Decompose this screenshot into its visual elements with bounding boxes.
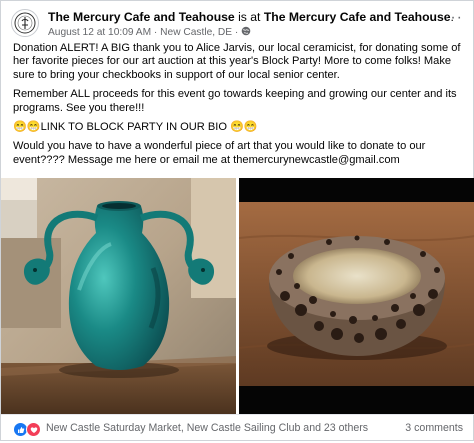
vase-photo[interactable] xyxy=(1,178,236,414)
location-link[interactable]: The Mercury Cafe and Teahouse xyxy=(264,10,451,24)
mercury-logo xyxy=(14,12,36,34)
page-avatar[interactable] xyxy=(11,9,39,37)
post-paragraph-3[interactable]: 😁😁LINK TO BLOCK PARTY IN OUR BIO 😁😁 xyxy=(13,121,465,134)
globe-icon xyxy=(241,26,251,38)
action-text: is at xyxy=(238,10,261,24)
comments-count-link[interactable]: 3 comments xyxy=(405,422,463,434)
love-icon xyxy=(26,422,41,437)
photo-grid xyxy=(1,178,474,414)
post-header: The Mercury Cafe and Teahouse is at The … xyxy=(11,9,465,39)
more-options-icon[interactable]: ··· xyxy=(444,9,463,27)
post-card: The Mercury Cafe and Teahouse is at The … xyxy=(0,0,474,441)
meta-separator: · xyxy=(153,27,158,38)
post-paragraph-1: Donation ALERT! A BIG thank you to Alice… xyxy=(13,42,461,81)
meta-separator-2: · xyxy=(234,27,239,38)
reaction-icons[interactable] xyxy=(13,422,41,437)
post-paragraph-4: Would you have to have a wonderful piece… xyxy=(13,140,426,166)
post-footer: New Castle Saturday Market, New Castle S… xyxy=(1,414,474,443)
page-name-link[interactable]: The Mercury Cafe and Teahouse xyxy=(48,10,235,24)
post-meta: August 12 at 10:09 AM · New Castle, DE · xyxy=(48,26,251,38)
post-paragraph-2: Remember ALL proceeds for this event go … xyxy=(13,88,457,114)
post-body: Donation ALERT! A BIG thank you to Alice… xyxy=(13,42,465,167)
timestamp-link[interactable]: August 12 at 10:09 AM xyxy=(48,27,151,38)
city-link[interactable]: New Castle, DE xyxy=(160,27,232,38)
post-title: The Mercury Cafe and Teahouse is at The … xyxy=(48,10,454,24)
bowl-photo[interactable] xyxy=(239,178,474,414)
reactors-link[interactable]: New Castle Saturday Market, New Castle S… xyxy=(46,422,368,434)
